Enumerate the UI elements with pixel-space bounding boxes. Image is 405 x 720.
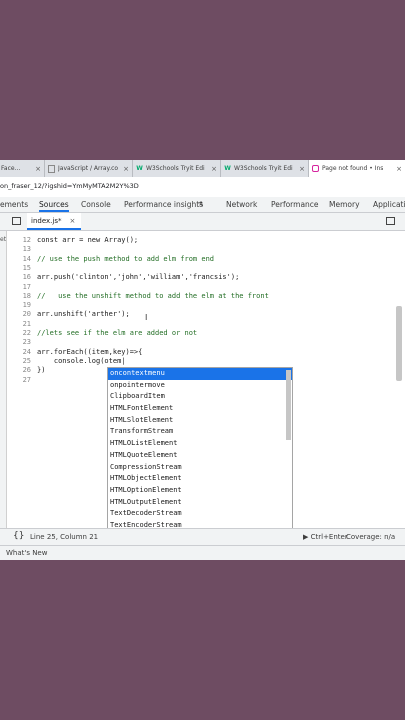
close-icon[interactable]: × <box>123 165 129 173</box>
autocomplete-item[interactable]: HTMLFontElement <box>108 403 292 415</box>
editor-file-tabs: index.js* × <box>0 213 405 231</box>
file-icon <box>48 164 55 173</box>
line-number: 25 <box>22 356 31 365</box>
run-hint-label: Ctrl+Enter <box>310 533 348 541</box>
drawer-tab-bar: What's New <box>0 545 405 560</box>
autocomplete-item[interactable]: oncontextmenu <box>108 368 292 380</box>
line-number: 27 <box>22 375 31 384</box>
code-line[interactable]: // use the push method to add elm from e… <box>37 255 214 263</box>
tab-label: JavaScript / Array.co <box>58 165 119 172</box>
code-line[interactable]: arr.unshift('arther'); <box>37 310 130 318</box>
line-number: 17 <box>22 282 31 291</box>
line-number: 20 <box>22 310 31 319</box>
line-number: 12 <box>22 236 31 244</box>
file-tab-label: index.js* <box>31 217 62 225</box>
address-bar[interactable]: on_fraser_12/?igshid=YmMyMTA2M2Y%3D <box>0 177 405 198</box>
autocomplete-item[interactable]: TextDecoderStream <box>108 508 292 520</box>
close-icon[interactable]: × <box>211 165 217 173</box>
tab-label: W3Schools Tryit Edi <box>234 165 293 172</box>
toggle-debugger-icon[interactable] <box>386 217 395 225</box>
line-number: 26 <box>22 366 31 375</box>
tab-memory[interactable]: Memory <box>329 197 360 212</box>
w3schools-icon: W <box>224 165 231 172</box>
run-snippet-hint[interactable]: ▶ Ctrl+Enter <box>303 533 348 541</box>
code-line[interactable]: console.log(otem| <box>37 357 126 365</box>
autocomplete-item[interactable]: HTMLOptionElement <box>108 485 292 497</box>
line-number: 18 <box>22 291 31 300</box>
close-icon[interactable]: × <box>396 165 402 173</box>
code-line[interactable]: // use the unshift method to add the elm… <box>37 292 269 300</box>
tab-label: W3Schools Tryit Edi <box>146 165 205 172</box>
browser-screen: Facebook × JavaScript / Array.co × W W3S… <box>0 160 405 560</box>
line-number: 21 <box>22 319 31 328</box>
tab-sources[interactable]: Sources <box>39 197 69 212</box>
autocomplete-item[interactable]: HTMLOListElement <box>108 438 292 450</box>
autocomplete-item[interactable]: HTMLQuoteElement <box>108 450 292 462</box>
browser-tab-w3schools-1[interactable]: W W3Schools Tryit Edi × <box>133 160 221 177</box>
tab-performance[interactable]: Performance <box>271 197 319 212</box>
autocomplete-item[interactable]: HTMLSlotElement <box>108 415 292 427</box>
tab-performance-insights[interactable]: Performance insights <box>124 197 203 212</box>
line-number: 19 <box>22 301 31 310</box>
autocomplete-item[interactable]: ClipboardItem <box>108 391 292 403</box>
devtools-panel-tabs: ements Sources Console Performance insig… <box>0 197 405 213</box>
tab-label: Facebook <box>1 165 22 172</box>
text-cursor-icon: I <box>145 313 148 322</box>
autocomplete-item[interactable]: onpointermove <box>108 380 292 392</box>
tab-console[interactable]: Console <box>81 197 111 212</box>
code-line[interactable]: }) <box>37 366 45 374</box>
code-line[interactable]: arr.forEach((item,key)=>{ <box>37 348 142 356</box>
tab-application[interactable]: Applicatio <box>373 197 405 212</box>
instagram-icon <box>312 165 319 172</box>
editor-status-bar: {} Line 25, Column 21 ▶ Ctrl+Enter Cover… <box>0 528 405 546</box>
code-line[interactable]: arr.push('clinton','john','william','fra… <box>37 273 239 281</box>
line-number: 16 <box>22 273 31 282</box>
url-text: on_fraser_12/?igshid=YmMyMTA2M2Y%3D <box>0 182 139 190</box>
w3schools-icon: W <box>136 165 143 172</box>
close-icon[interactable]: × <box>69 217 75 225</box>
autocomplete-item[interactable]: CompressionStream <box>108 462 292 474</box>
browser-tab-facebook[interactable]: Facebook × <box>0 160 45 177</box>
autocomplete-scrollbar[interactable] <box>286 370 291 440</box>
flask-icon: ⚗ <box>198 201 204 208</box>
tab-label: Page not found • Ins <box>322 165 384 172</box>
code-line[interactable]: const arr = new Array(); <box>37 236 138 244</box>
tab-whats-new[interactable]: What's New <box>6 549 47 557</box>
browser-tab-instagram[interactable]: Page not found • Ins × <box>309 160 405 177</box>
browser-tab-javascript-array[interactable]: JavaScript / Array.co × <box>45 160 133 177</box>
navigator-label: et <box>0 236 7 243</box>
line-number: 13 <box>22 245 31 254</box>
line-number: 22 <box>22 329 31 337</box>
cursor-position: Line 25, Column 21 <box>30 533 99 541</box>
browser-tab-strip: Facebook × JavaScript / Array.co × W W3S… <box>0 160 405 177</box>
line-number: 15 <box>22 263 31 272</box>
line-number-gutter: 12 13 14 15 16 17 18 19 20 21 22 23 24 25 26 27 <box>7 231 35 528</box>
autocomplete-item[interactable]: TransformStream <box>108 426 292 438</box>
autocomplete-item[interactable]: HTMLObjectElement <box>108 473 292 485</box>
line-number: 14 <box>22 254 31 263</box>
autocomplete-item[interactable]: HTMLOutputElement <box>108 497 292 509</box>
file-tab-index-js[interactable]: index.js* × <box>27 213 82 230</box>
coverage-status: Coverage: n/a <box>346 533 396 541</box>
code-line[interactable]: //lets see if the elm are added or not <box>37 329 197 337</box>
navigator-edge: et <box>0 231 7 528</box>
close-icon[interactable]: × <box>299 165 305 173</box>
editor-scrollbar[interactable] <box>396 306 402 381</box>
browser-tab-w3schools-2[interactable]: W W3Schools Tryit Edi × <box>221 160 309 177</box>
toggle-navigator-icon[interactable] <box>12 217 21 225</box>
close-icon[interactable]: × <box>35 165 41 173</box>
line-number: 23 <box>22 338 31 347</box>
tab-elements[interactable]: ements <box>0 197 28 212</box>
pretty-print-icon[interactable]: {} <box>13 531 24 541</box>
line-number: 24 <box>22 347 31 356</box>
tab-network[interactable]: Network <box>226 197 257 212</box>
